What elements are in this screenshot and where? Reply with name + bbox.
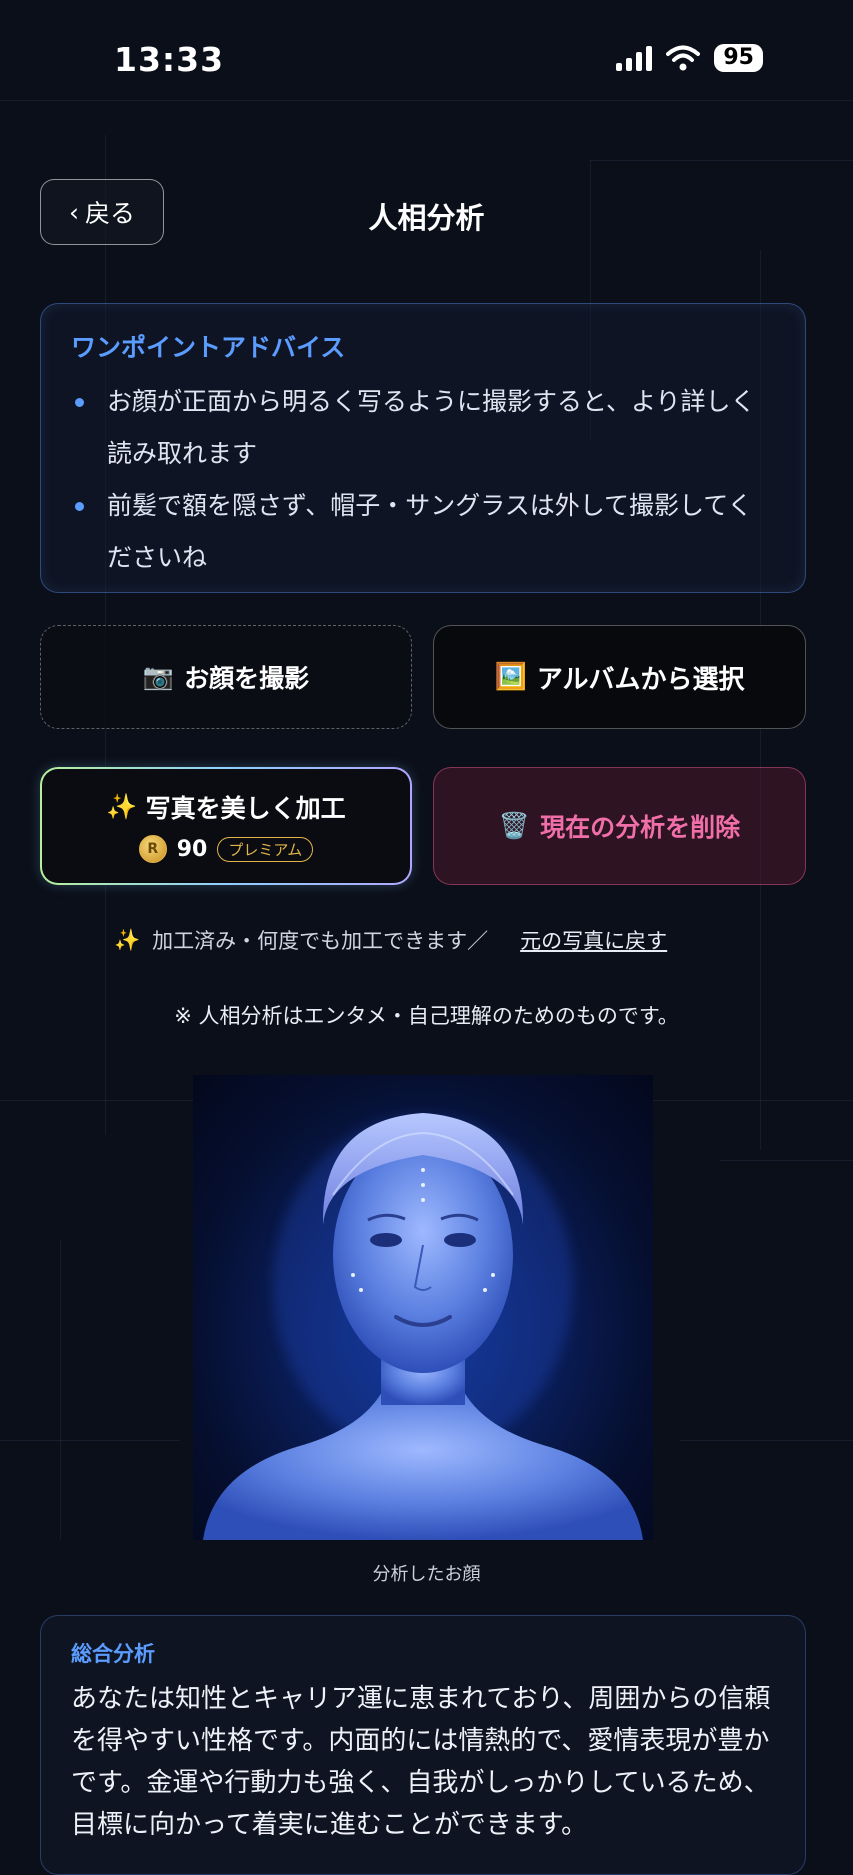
status-bar: 13:33 95 — [0, 0, 853, 110]
advice-list: お顔が正面から明るく写るように撮影すると、より詳しく読み取れます 前髪で額を隠さ… — [71, 376, 775, 584]
face-caption: 分析したお顔 — [372, 1564, 481, 1585]
trash-icon: 🗑️ — [498, 811, 531, 840]
status-icons: 95 — [616, 44, 763, 72]
take-photo-button[interactable]: 📷 お顔を撮影 — [40, 625, 412, 729]
enhance-photo-button[interactable]: ✨ 写真を美しく加工 R 90 プレミアム — [40, 767, 412, 885]
battery-indicator: 95 — [714, 44, 763, 72]
summary-text: あなたは知性とキャリア運に恵まれており、周囲からの信頼を得やすい性格です。内面的… — [71, 1684, 771, 1840]
enhance-title: ✨ 写真を美しく加工 — [106, 789, 345, 825]
camera-icon: 📷 — [142, 662, 175, 691]
wifi-icon — [666, 45, 701, 71]
enhance-cost-row: R 90 プレミアム — [138, 835, 314, 863]
header: ‹ 戻る 人相分析 — [0, 175, 853, 255]
enhance-cost: 90 — [176, 836, 208, 862]
delete-analysis-button[interactable]: 🗑️ 現在の分析を削除 — [433, 767, 806, 885]
coin-icon: R — [138, 835, 167, 863]
summary-title: 総合分析 — [71, 1642, 155, 1666]
select-album-label: アルバムから選択 — [536, 664, 745, 695]
disclaimer-text: ※ 人相分析はエンタメ・自己理解のためのものです。 — [174, 1004, 679, 1028]
sparkles-icon: ✨ — [106, 792, 138, 821]
advice-item: お顔が正面から明るく写るように撮影すると、より詳しく読み取れます — [71, 376, 775, 480]
processed-note: ✨ 加工済み・何度でも加工できます／ 元の写真に戻す — [114, 925, 667, 955]
sparkles-icon: ✨ — [114, 927, 141, 952]
restore-original-link[interactable]: 元の写真に戻す — [520, 925, 667, 955]
take-photo-label: お顔を撮影 — [184, 664, 310, 693]
picture-icon: 🖼️ — [494, 662, 527, 692]
signal-icon — [616, 45, 653, 71]
advice-title: ワンポイントアドバイス — [71, 333, 346, 362]
premium-badge: プレミアム — [217, 836, 314, 862]
processed-text: 加工済み・何度でも加工できます／ — [152, 929, 489, 953]
summary-card: 総合分析 あなたは知性とキャリア運に恵まれており、周囲からの信頼を得やすい性格で… — [40, 1615, 806, 1875]
delete-analysis-label: 現在の分析を削除 — [540, 813, 741, 842]
page-title: 人相分析 — [368, 201, 485, 235]
select-album-button[interactable]: 🖼️ アルバムから選択 — [433, 625, 806, 729]
analyzed-face-image — [193, 1075, 653, 1540]
face-illustration — [203, 1113, 643, 1540]
enhance-label: 写真を美しく加工 — [145, 794, 346, 823]
advice-card: ワンポイントアドバイス お顔が正面から明るく写るように撮影すると、より詳しく読み… — [40, 303, 806, 593]
advice-item: 前髪で額を隠さず、帽子・サングラスは外して撮影してくださいね — [71, 480, 775, 584]
status-time: 13:33 — [114, 40, 225, 79]
